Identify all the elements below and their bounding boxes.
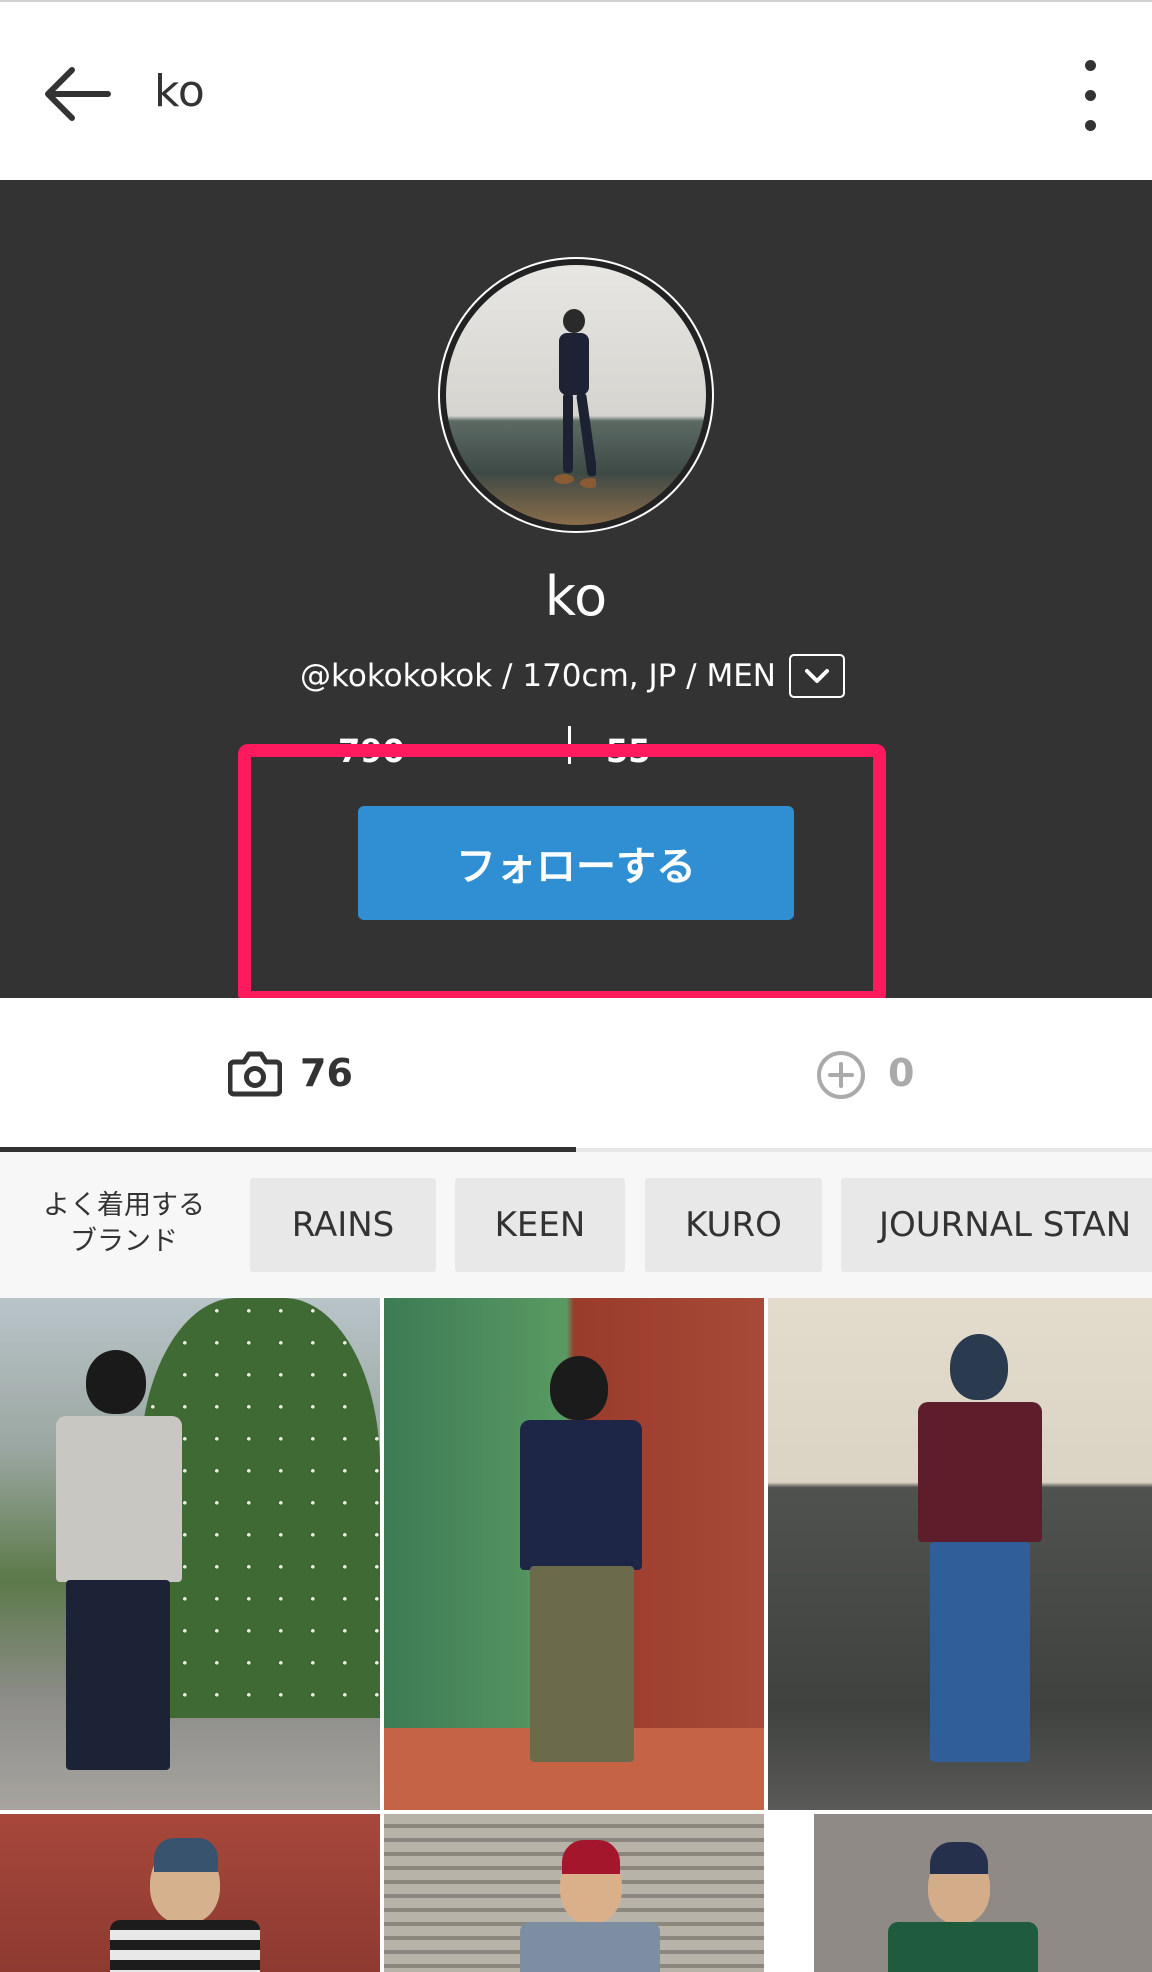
content-tabs: 76 0 [0,998,1152,1152]
profile-meta: @kokokokok / 170cm, JP / MEN [300,658,776,694]
photo-tile[interactable] [384,1298,764,1810]
stats-divider [568,726,571,764]
photo-grid [0,1298,1152,1972]
tab-photos[interactable]: 76 [0,998,576,1152]
photos-count: 76 [300,1051,353,1095]
collections-count: 0 [888,1051,915,1095]
photo-tile[interactable] [384,1814,764,1972]
stats-partial-right: 55 [606,732,651,764]
photo-tile[interactable] [768,1814,1152,1972]
brand-chip[interactable]: KEEN [455,1178,625,1272]
photo-tile[interactable] [0,1814,380,1972]
chevron-down-icon[interactable] [789,654,845,698]
camera-icon [228,1051,282,1097]
page-title: ko [154,66,205,117]
tab-collections[interactable]: 0 [576,998,1152,1148]
plus-circle-icon [817,1051,865,1099]
brands-label: よく着用する ブランド [43,1190,205,1257]
brand-chip[interactable]: JOURNAL STAN [841,1178,1152,1272]
back-arrow-icon[interactable] [38,54,118,134]
photo-tile[interactable] [768,1298,1152,1810]
profile-name: ko [544,565,608,628]
brand-strip: よく着用する ブランド RAINS KEEN KURO JOURNAL STAN [0,1152,1152,1298]
avatar[interactable] [438,257,714,533]
brand-chip[interactable]: KURO [645,1178,822,1272]
photo-tile[interactable] [0,1298,380,1810]
follow-stats: 790 55 [330,724,750,764]
more-options-icon[interactable] [1060,52,1120,142]
stats-partial-left: 790 [338,732,405,764]
top-app-bar: ko [0,0,1152,180]
brand-chip[interactable]: RAINS [250,1178,436,1272]
follow-button[interactable]: フォローする [358,806,794,920]
